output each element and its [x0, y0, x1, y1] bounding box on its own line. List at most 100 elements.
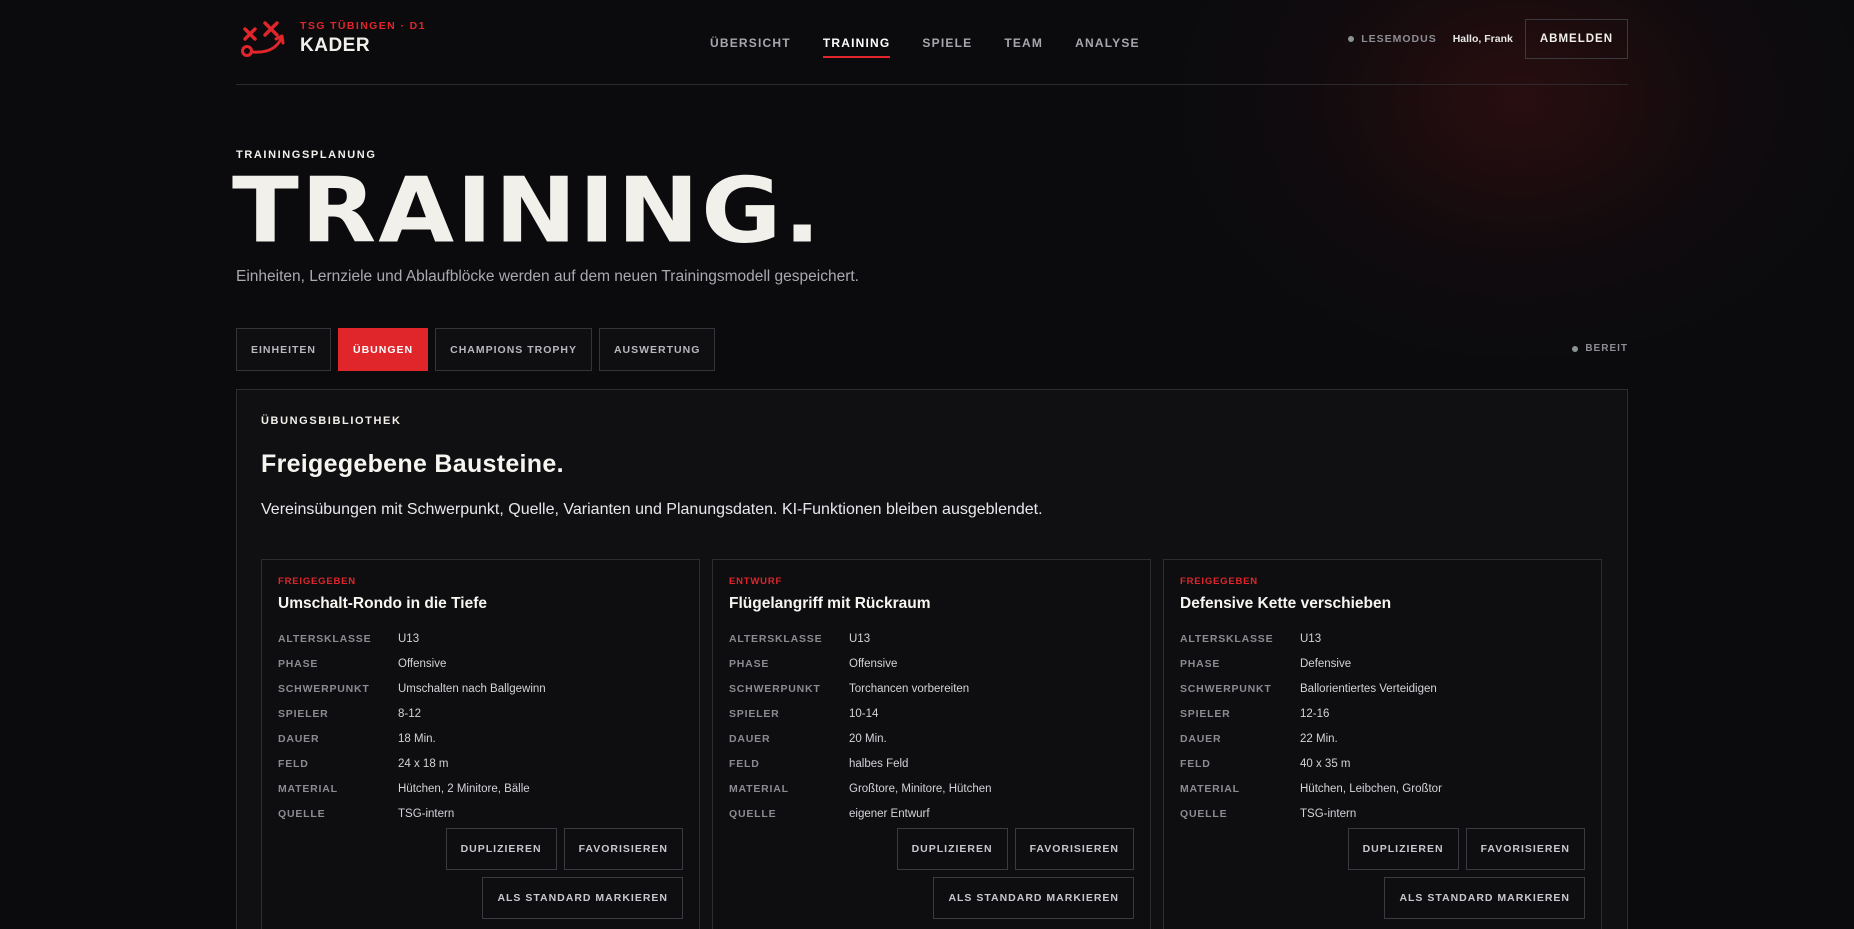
nav-item-analyse[interactable]: ANALYSE — [1059, 0, 1156, 85]
prop-value: Hütchen, 2 Minitore, Bälle — [398, 782, 530, 795]
header-right: LESEMODUS Hallo, Frank ABMELDEN — [1348, 19, 1628, 59]
prop-label: QUELLE — [1180, 807, 1228, 820]
prop-value: Offensive — [398, 657, 447, 670]
prop-label: QUELLE — [729, 807, 777, 820]
section-tabs: EINHEITEN ÜBUNGEN CHAMPIONS TROPHY AUSWE… — [236, 328, 722, 371]
card-actions: DUPLIZIEREN FAVORISIEREN — [890, 828, 1134, 870]
favorite-button[interactable]: FAVORISIEREN — [1014, 828, 1134, 870]
prop-value: TSG-intern — [398, 807, 455, 820]
card-actions-secondary: ALS STANDARD MARKIEREN — [926, 877, 1134, 919]
card-title: Flügelangriff mit Rückraum — [729, 595, 931, 612]
prop-label: SPIELER — [278, 707, 329, 720]
favorite-button[interactable]: FAVORISIEREN — [1465, 828, 1585, 870]
card-actions-secondary: ALS STANDARD MARKIEREN — [475, 877, 683, 919]
prop-value: Offensive — [849, 657, 898, 670]
nav-item-training[interactable]: TRAINING — [807, 0, 907, 85]
prop-value: 8-12 — [398, 707, 422, 720]
prop-value: 24 x 18 m — [398, 757, 449, 770]
brand-title: KADER — [300, 34, 371, 56]
duplicate-button[interactable]: DUPLIZIEREN — [1347, 828, 1459, 870]
prop-value: Ballorientiertes Verteidigen — [1300, 682, 1437, 695]
exercise-library-panel: ÜBUNGSBIBLIOTHEK Freigegebene Bausteine.… — [236, 389, 1628, 929]
nav-item-team[interactable]: TEAM — [988, 0, 1059, 85]
prop-row-material: MATERIAL Großtore, Minitore, Hütchen — [729, 776, 992, 801]
exercise-card: FREIGEGEBEN Defensive Kette verschieben … — [1163, 559, 1602, 929]
card-actions-secondary: ALS STANDARD MARKIEREN — [1377, 877, 1585, 919]
prop-label: SPIELER — [729, 707, 780, 720]
prop-label: PHASE — [1180, 657, 1221, 670]
prop-row-schwerpunkt: SCHWERPUNKT Ballorientiertes Verteidigen — [1180, 676, 1442, 701]
top-header: TSG TÜBINGEN · D1 KADER ÜBERSICHT TRAINI… — [236, 0, 1628, 85]
mark-standard-button[interactable]: ALS STANDARD MARKIEREN — [1384, 877, 1585, 919]
prop-label: DAUER — [278, 732, 320, 745]
prop-label: FELD — [1180, 757, 1211, 770]
prop-value: U13 — [1300, 632, 1322, 645]
prop-row-phase: PHASE Offensive — [278, 651, 546, 676]
status-dot-icon — [1572, 345, 1579, 352]
prop-row-material: MATERIAL Hütchen, 2 Minitore, Bälle — [278, 776, 546, 801]
prop-row-phase: PHASE Offensive — [729, 651, 992, 676]
tab-uebungen[interactable]: ÜBUNGEN — [338, 328, 429, 371]
nav-item-uebersicht[interactable]: ÜBERSICHT — [694, 0, 807, 85]
prop-row-spieler: SPIELER 12-16 — [1180, 701, 1442, 726]
prop-label: MATERIAL — [1180, 782, 1240, 795]
prop-label: SCHWERPUNKT — [1180, 682, 1272, 695]
prop-value: Hütchen, Leibchen, Großtor — [1300, 782, 1442, 795]
prop-row-quelle: QUELLE eigener Entwurf — [729, 801, 992, 826]
prop-value: 12-16 — [1300, 707, 1330, 720]
brand-subtitle: TSG TÜBINGEN · D1 — [300, 19, 426, 32]
tab-einheiten[interactable]: EINHEITEN — [236, 328, 332, 371]
prop-value: Großtore, Minitore, Hütchen — [849, 782, 992, 795]
prop-value: 40 x 35 m — [1300, 757, 1351, 770]
page-container: TSG TÜBINGEN · D1 KADER ÜBERSICHT TRAINI… — [232, 0, 1628, 929]
prop-value: eigener Entwurf — [849, 807, 930, 820]
prop-row-schwerpunkt: SCHWERPUNKT Torchancen vorbereiten — [729, 676, 992, 701]
prop-value: U13 — [398, 632, 420, 645]
prop-label: SCHWERPUNKT — [729, 682, 821, 695]
prop-row-schwerpunkt: SCHWERPUNKT Umschalten nach Ballgewinn — [278, 676, 546, 701]
tab-champions-trophy[interactable]: CHAMPIONS TROPHY — [435, 328, 592, 371]
prop-row-feld: FELD 24 x 18 m — [278, 751, 546, 776]
read-mode-label: LESEMODUS — [1361, 33, 1437, 45]
prop-row-quelle: QUELLE TSG-intern — [278, 801, 546, 826]
ready-status: BEREIT — [1572, 343, 1628, 354]
prop-label: ALTERSKLASSE — [1180, 632, 1274, 645]
prop-value: 22 Min. — [1300, 732, 1338, 745]
exercise-card: ENTWURF Flügelangriff mit Rückraum ALTER… — [712, 559, 1151, 929]
prop-row-dauer: DAUER 18 Min. — [278, 726, 546, 751]
library-eyebrow: ÜBUNGSBIBLIOTHEK — [261, 415, 402, 427]
card-status-badge: FREIGEGEBEN — [278, 576, 356, 587]
prop-row-feld: FELD 40 x 35 m — [1180, 751, 1442, 776]
prop-row-feld: FELD halbes Feld — [729, 751, 992, 776]
mark-standard-button[interactable]: ALS STANDARD MARKIEREN — [482, 877, 683, 919]
card-properties: ALTERSKLASSE U13 PHASE Offensive SCHWERPUN… — [729, 626, 992, 826]
prop-row-quelle: QUELLE TSG-intern — [1180, 801, 1442, 826]
duplicate-button[interactable]: DUPLIZIEREN — [445, 828, 557, 870]
logout-button[interactable]: ABMELDEN — [1524, 19, 1628, 59]
duplicate-button[interactable]: DUPLIZIEREN — [896, 828, 1008, 870]
prop-label: ALTERSKLASSE — [729, 632, 823, 645]
nav-item-spiele[interactable]: SPIELE — [906, 0, 988, 85]
prop-label: PHASE — [729, 657, 770, 670]
favorite-button[interactable]: FAVORISIEREN — [563, 828, 683, 870]
brand[interactable]: TSG TÜBINGEN · D1 KADER — [236, 15, 426, 61]
prop-label: MATERIAL — [278, 782, 338, 795]
prop-value: 20 Min. — [849, 732, 887, 745]
tab-auswertung[interactable]: AUSWERTUNG — [598, 328, 716, 371]
prop-row-dauer: DAUER 22 Min. — [1180, 726, 1442, 751]
main-nav: ÜBERSICHT TRAINING SPIELE TEAM ANALYSE — [694, 0, 1156, 85]
prop-label: DAUER — [729, 732, 771, 745]
prop-value: TSG-intern — [1300, 807, 1357, 820]
prop-value: 18 Min. — [398, 732, 436, 745]
prop-label: QUELLE — [278, 807, 326, 820]
prop-label: ALTERSKLASSE — [278, 632, 372, 645]
prop-value: 10-14 — [849, 707, 879, 720]
prop-label: FELD — [278, 757, 309, 770]
mark-standard-button[interactable]: ALS STANDARD MARKIEREN — [933, 877, 1134, 919]
card-title: Umschalt-Rondo in die Tiefe — [278, 595, 487, 612]
prop-label: SPIELER — [1180, 707, 1231, 720]
prop-label: FELD — [729, 757, 760, 770]
prop-row-material: MATERIAL Hütchen, Leibchen, Großtor — [1180, 776, 1442, 801]
read-mode-indicator: LESEMODUS — [1348, 33, 1437, 45]
prop-label: MATERIAL — [729, 782, 789, 795]
